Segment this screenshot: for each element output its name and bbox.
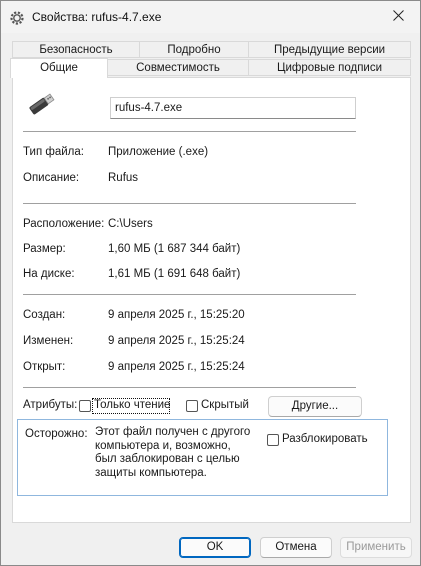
close-icon [392, 10, 404, 24]
description-label: Описание: [23, 172, 80, 184]
separator [23, 131, 356, 132]
unblock-checkbox[interactable] [267, 434, 279, 446]
focus-rectangle [92, 398, 170, 414]
tab-details[interactable]: Подробно [139, 41, 249, 58]
modified-label: Изменен: [23, 335, 74, 347]
location-value: C:\Users [108, 218, 153, 230]
created-label: Создан: [23, 309, 66, 321]
created-value: 9 апреля 2025 г., 15:25:20 [108, 309, 245, 321]
tab-general[interactable]: Общие [10, 58, 108, 78]
window-title: Свойства: rufus-4.7.exe [32, 10, 162, 24]
attributes-label: Атрибуты: [23, 399, 78, 411]
unblock-label[interactable]: Разблокировать [282, 433, 368, 445]
size-label: Размер: [23, 243, 66, 255]
security-label: Осторожно: [25, 428, 88, 440]
disk-size-label: На диске: [23, 268, 75, 280]
tab-digital-signatures[interactable]: Цифровые подписи [248, 59, 411, 76]
accessed-value: 9 апреля 2025 г., 15:25:24 [108, 361, 245, 373]
cancel-button[interactable]: Отмена [260, 537, 332, 558]
tab-compatibility[interactable]: Совместимость [107, 59, 249, 76]
tab-security[interactable]: Безопасность [12, 41, 140, 58]
disk-size-value: 1,61 МБ (1 691 648 байт) [108, 268, 241, 280]
close-button[interactable] [376, 1, 420, 33]
file-type-label: Тип файла: [23, 146, 84, 158]
description-value: Rufus [108, 172, 139, 184]
other-attributes-button[interactable]: Другие... [268, 396, 362, 417]
modified-value: 9 апреля 2025 г., 15:25:24 [108, 335, 245, 347]
hidden-checkbox[interactable] [186, 400, 198, 412]
file-name-input[interactable] [110, 97, 356, 119]
gear-icon [9, 10, 25, 26]
separator [23, 203, 356, 204]
size-value: 1,60 МБ (1 687 344 байт) [108, 243, 241, 255]
location-label: Расположение: [23, 218, 105, 230]
accessed-label: Открыт: [23, 361, 66, 373]
separator [23, 387, 356, 388]
general-panel: Тип файла: Приложение (.exe) Описание: R… [12, 77, 411, 523]
security-notice: Осторожно: Этот файл получен с другого к… [17, 419, 388, 496]
readonly-checkbox[interactable] [79, 400, 91, 412]
title-bar: Свойства: rufus-4.7.exe [1, 1, 420, 33]
security-text: Этот файл получен с другого компьютера и… [95, 426, 251, 479]
separator [23, 294, 356, 295]
usb-drive-icon [26, 89, 56, 122]
ok-button[interactable]: OK [179, 537, 251, 558]
apply-button[interactable]: Применить [340, 537, 412, 558]
tab-previous-versions[interactable]: Предыдущие версии [248, 41, 411, 58]
file-type-value: Приложение (.exe) [108, 146, 209, 158]
hidden-label[interactable]: Скрытый [201, 399, 249, 411]
properties-window: Свойства: rufus-4.7.exe Безопасность Под… [0, 0, 421, 566]
